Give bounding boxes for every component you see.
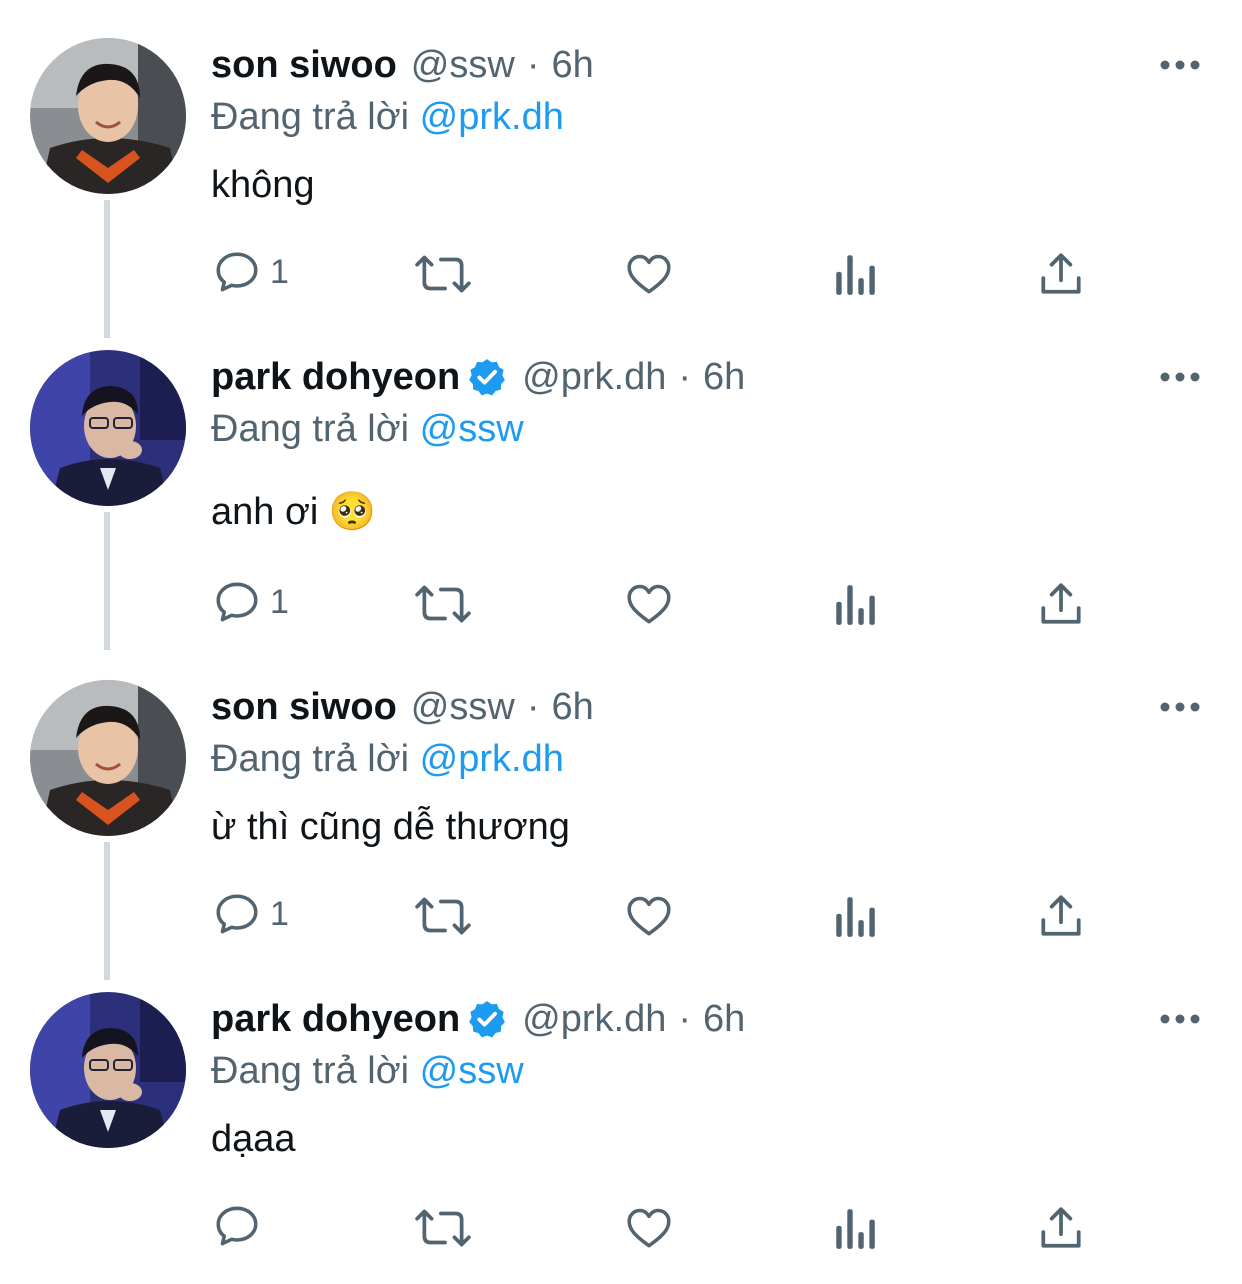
avatar[interactable] — [30, 350, 186, 506]
verified-badge-icon — [466, 356, 508, 398]
replying-to: Đang trả lời @prk.dh — [211, 734, 564, 784]
replying-to-handle[interactable]: @ssw — [420, 408, 524, 450]
more-icon — [1160, 369, 1200, 387]
replying-to-handle[interactable]: @prk.dh — [420, 738, 564, 780]
share-icon — [1036, 891, 1086, 941]
views-button[interactable] — [832, 1198, 878, 1258]
reply-icon — [212, 247, 262, 297]
thread-connector — [104, 512, 110, 650]
bar-chart-icon — [832, 1203, 878, 1253]
reply-button[interactable] — [212, 1196, 270, 1256]
like-button[interactable] — [624, 1198, 674, 1258]
retweet-icon — [414, 249, 472, 299]
display-name[interactable]: park dohyeon — [211, 994, 460, 1044]
heart-icon — [624, 891, 674, 941]
bar-chart-icon — [832, 249, 878, 299]
bar-chart-icon — [832, 579, 878, 629]
display-name[interactable]: son siwoo — [211, 682, 397, 732]
replying-to-handle[interactable]: @ssw — [420, 1050, 524, 1092]
replying-to: Đang trả lời @ssw — [211, 1046, 524, 1096]
reply-count: 1 — [270, 582, 289, 621]
heart-icon — [624, 1203, 674, 1253]
separator-dot: · — [678, 998, 692, 1040]
replying-to-handle[interactable]: @prk.dh — [420, 96, 564, 138]
separator-dot: · — [678, 356, 692, 398]
tweet[interactable]: park dohyeon @prk.dh · 6h Đang trả lời @… — [0, 312, 1242, 650]
more-options-button[interactable] — [1150, 1000, 1210, 1040]
reply-thread: son siwoo @ssw · 6h Đang trả lời @prk.dh… — [0, 0, 1242, 1280]
timestamp[interactable]: 6h — [703, 994, 745, 1044]
views-button[interactable] — [832, 574, 878, 634]
reply-count: 1 — [270, 252, 289, 291]
tweet[interactable]: son siwoo @ssw · 6h Đang trả lời @prk.dh… — [0, 0, 1242, 338]
retweet-icon — [414, 579, 472, 629]
more-options-button[interactable] — [1150, 46, 1210, 86]
avatar[interactable] — [30, 38, 186, 194]
timestamp[interactable]: 6h — [703, 352, 745, 402]
reply-button[interactable]: 1 — [212, 242, 289, 302]
user-handle[interactable]: @ssw — [411, 40, 515, 90]
heart-icon — [624, 579, 674, 629]
bar-chart-icon — [832, 891, 878, 941]
retweet-button[interactable] — [414, 574, 472, 634]
more-icon — [1160, 1011, 1200, 1029]
replying-to: Đang trả lời @prk.dh — [211, 92, 564, 142]
display-name[interactable]: son siwoo — [211, 40, 397, 90]
like-button[interactable] — [624, 886, 674, 946]
tweet-header: son siwoo @ssw · 6h — [211, 40, 594, 90]
share-icon — [1036, 1203, 1086, 1253]
share-button[interactable] — [1036, 886, 1086, 946]
views-button[interactable] — [832, 244, 878, 304]
more-icon — [1160, 699, 1200, 717]
tweet[interactable]: park dohyeon @prk.dh · 6h Đang trả lời @… — [0, 954, 1242, 1284]
tweet-text: ừ thì cũng dễ thương — [211, 806, 570, 848]
user-handle[interactable]: @ssw — [411, 682, 515, 732]
like-button[interactable] — [624, 244, 674, 304]
tweet-text: dạaa — [211, 1118, 296, 1160]
user-handle[interactable]: @prk.dh — [522, 994, 666, 1044]
more-icon — [1160, 57, 1200, 75]
reply-count: 1 — [270, 894, 289, 933]
tweet-text: anh ơi 🥺 — [211, 491, 377, 533]
share-button[interactable] — [1036, 1198, 1086, 1258]
tweet-text: không — [211, 164, 315, 206]
share-button[interactable] — [1036, 574, 1086, 634]
timestamp[interactable]: 6h — [551, 40, 593, 90]
replying-to-label: Đang trả lời — [211, 738, 410, 780]
replying-to-label: Đang trả lời — [211, 1050, 410, 1092]
reply-icon — [212, 1201, 262, 1251]
tweet-header: son siwoo @ssw · 6h — [211, 682, 594, 732]
like-button[interactable] — [624, 574, 674, 634]
avatar[interactable] — [30, 680, 186, 836]
retweet-icon — [414, 1203, 472, 1253]
separator-dot: · — [526, 44, 540, 86]
replying-to-label: Đang trả lời — [211, 96, 410, 138]
retweet-button[interactable] — [414, 244, 472, 304]
retweet-button[interactable] — [414, 1198, 472, 1258]
replying-to-label: Đang trả lời — [211, 408, 410, 450]
views-button[interactable] — [832, 886, 878, 946]
tweet-header: park dohyeon @prk.dh · 6h — [211, 994, 745, 1044]
retweet-button[interactable] — [414, 886, 472, 946]
reply-icon — [212, 889, 262, 939]
share-icon — [1036, 579, 1086, 629]
more-options-button[interactable] — [1150, 688, 1210, 728]
reply-button[interactable]: 1 — [212, 572, 289, 632]
verified-badge-icon — [466, 998, 508, 1040]
replying-to: Đang trả lời @ssw — [211, 404, 524, 454]
retweet-icon — [414, 891, 472, 941]
tweet[interactable]: son siwoo @ssw · 6h Đang trả lời @prk.dh… — [0, 642, 1242, 980]
share-button[interactable] — [1036, 244, 1086, 304]
timestamp[interactable]: 6h — [551, 682, 593, 732]
avatar[interactable] — [30, 992, 186, 1148]
tweet-header: park dohyeon @prk.dh · 6h — [211, 352, 745, 402]
share-icon — [1036, 249, 1086, 299]
more-options-button[interactable] — [1150, 358, 1210, 398]
heart-icon — [624, 249, 674, 299]
separator-dot: · — [526, 686, 540, 728]
reply-button[interactable]: 1 — [212, 884, 289, 944]
display-name[interactable]: park dohyeon — [211, 352, 460, 402]
user-handle[interactable]: @prk.dh — [522, 352, 666, 402]
reply-icon — [212, 577, 262, 627]
